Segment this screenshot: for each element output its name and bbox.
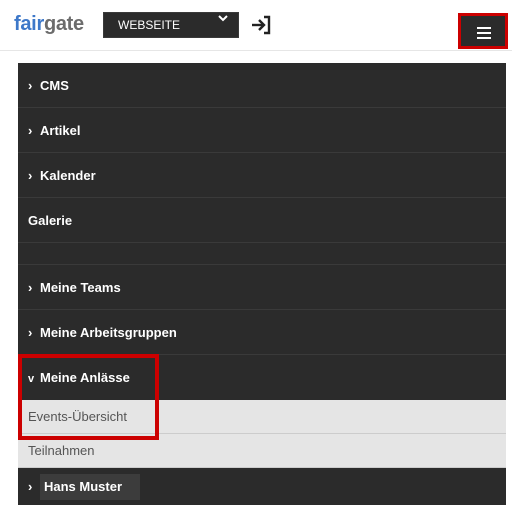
submenu-item-events-uebersicht[interactable]: Events-Übersicht [18,400,506,434]
hamburger-menu-button[interactable] [458,13,508,49]
menu-item-user[interactable]: › Hans Muster [18,468,506,505]
menu-item-label: Artikel [40,123,81,138]
navigation-menu: › CMS › Artikel › Kalender Galerie › Meine T… [18,63,506,505]
hamburger-menu-icon [477,27,491,29]
site-select-value: WEBSEITE [118,18,181,32]
chevron-right-icon: › [28,78,33,93]
menu-item-kalender[interactable]: › Kalender [18,153,506,198]
menu-item-cms[interactable]: › CMS [18,63,506,108]
sign-in-icon[interactable] [250,14,272,36]
chevron-down-icon: v [28,373,35,385]
menu-item-artikel[interactable]: › Artikel [18,108,506,153]
submenu-item-label: Teilnahmen [28,443,95,458]
chevron-right-icon: › [28,280,33,295]
submenu-item-label: Events-Übersicht [28,409,127,424]
menu-item-galerie[interactable]: Galerie [18,198,506,243]
menu-item-label: Meine Teams [40,280,121,295]
menu-item-meine-teams[interactable]: › Meine Teams [18,265,506,310]
hamburger-bar [477,37,491,39]
menu-item-label: CMS [40,78,69,93]
site-select-dropdown[interactable]: WEBSEITE [103,12,239,38]
menu-item-label: Meine Arbeitsgruppen [40,325,177,340]
top-bar: fairgate WEBSEITE [0,0,512,51]
logo-text-fair: fair [14,13,44,35]
menu-spacer [18,243,506,265]
menu-item-label: Galerie [28,213,73,228]
user-name: Hans Muster [40,474,141,500]
menu-item-label: Meine Anlässe [40,370,130,385]
menu-item-meine-anlaesse[interactable]: v Meine Anlässe [18,355,506,400]
hamburger-bar [477,32,491,34]
menu-item-label: Kalender [40,168,96,183]
chevron-right-icon: › [28,325,33,340]
chevron-right-icon: › [28,479,33,494]
logo-text-gate: gate [43,13,84,35]
fairgate-logo[interactable]: fairgate [14,12,84,36]
chevron-down-icon [218,15,228,22]
menu-item-meine-arbeitsgruppen[interactable]: › Meine Arbeitsgruppen [18,310,506,355]
chevron-right-icon: › [28,168,33,183]
submenu-item-teilnahmen[interactable]: Teilnahmen [18,434,506,468]
chevron-right-icon: › [28,123,33,138]
